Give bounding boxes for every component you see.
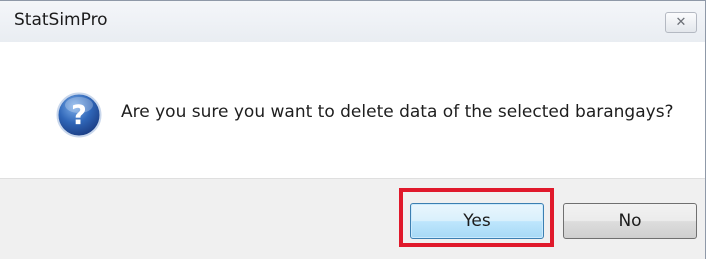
- close-icon: ✕: [675, 15, 687, 30]
- no-button[interactable]: No: [563, 203, 697, 239]
- title-bar[interactable]: StatSimPro ✕: [0, 1, 705, 42]
- close-button[interactable]: ✕: [665, 12, 697, 33]
- question-icon: ?: [56, 92, 102, 138]
- button-bar: Yes No: [0, 178, 705, 259]
- dialog-message: Are you sure you want to delete data of …: [121, 102, 674, 122]
- dialog-window: StatSimPro ✕ ? Are you sure you want to …: [0, 0, 706, 259]
- svg-text:?: ?: [71, 100, 87, 131]
- yes-button[interactable]: Yes: [410, 203, 544, 239]
- dialog-content: ? Are you sure you want to delete data o…: [0, 42, 705, 178]
- window-title: StatSimPro: [14, 10, 108, 30]
